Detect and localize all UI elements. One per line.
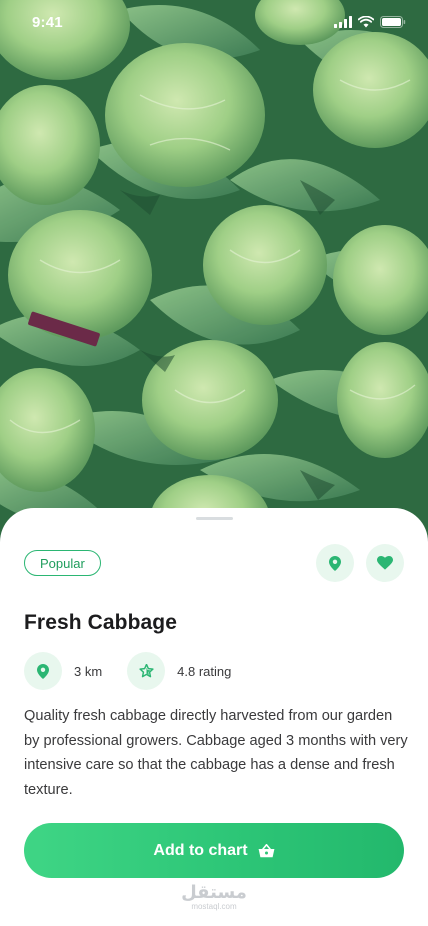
- status-icons: [334, 16, 406, 28]
- product-description: Quality fresh cabbage directly harvested…: [24, 708, 408, 798]
- favorite-button[interactable]: [366, 544, 404, 582]
- status-bar: 9:41: [0, 0, 428, 44]
- map-pin-icon: [329, 555, 341, 571]
- watermark-url: mostaql.com: [191, 902, 237, 911]
- product-meta: 3 km 4.8 rating: [24, 652, 256, 690]
- watermark: مستقل mostaql.com: [0, 882, 428, 911]
- distance-value: 3 km: [74, 663, 103, 679]
- heart-icon: [377, 556, 393, 570]
- add-to-cart-label: Add to chart: [153, 841, 248, 859]
- rating-value: 4.8 rating: [177, 663, 232, 679]
- signal-icon: [334, 16, 352, 28]
- popular-badge: Popular: [24, 550, 101, 576]
- shopping-basket-icon: [258, 843, 275, 857]
- add-to-cart-button[interactable]: Add to chart: [24, 823, 404, 878]
- product-hero-image: [0, 0, 428, 560]
- product-title: Fresh Cabbage: [24, 611, 178, 634]
- battery-icon: [380, 16, 406, 28]
- distance-info: 3 km: [24, 652, 102, 690]
- star-icon: [139, 664, 154, 678]
- rating-icon-wrap: [127, 652, 166, 690]
- map-pin-icon: [37, 663, 49, 679]
- wifi-icon: [358, 16, 374, 28]
- rating-info: 4.8 rating: [127, 652, 231, 690]
- product-detail-sheet: Popular Fresh Cabbage 3 km 4.8 rating Qu…: [0, 508, 428, 926]
- watermark-logo-text: مستقل: [181, 882, 247, 902]
- sheet-drag-handle[interactable]: [196, 517, 233, 520]
- status-time: 9:41: [32, 13, 63, 31]
- location-button[interactable]: [316, 544, 354, 582]
- distance-icon-wrap: [24, 652, 62, 690]
